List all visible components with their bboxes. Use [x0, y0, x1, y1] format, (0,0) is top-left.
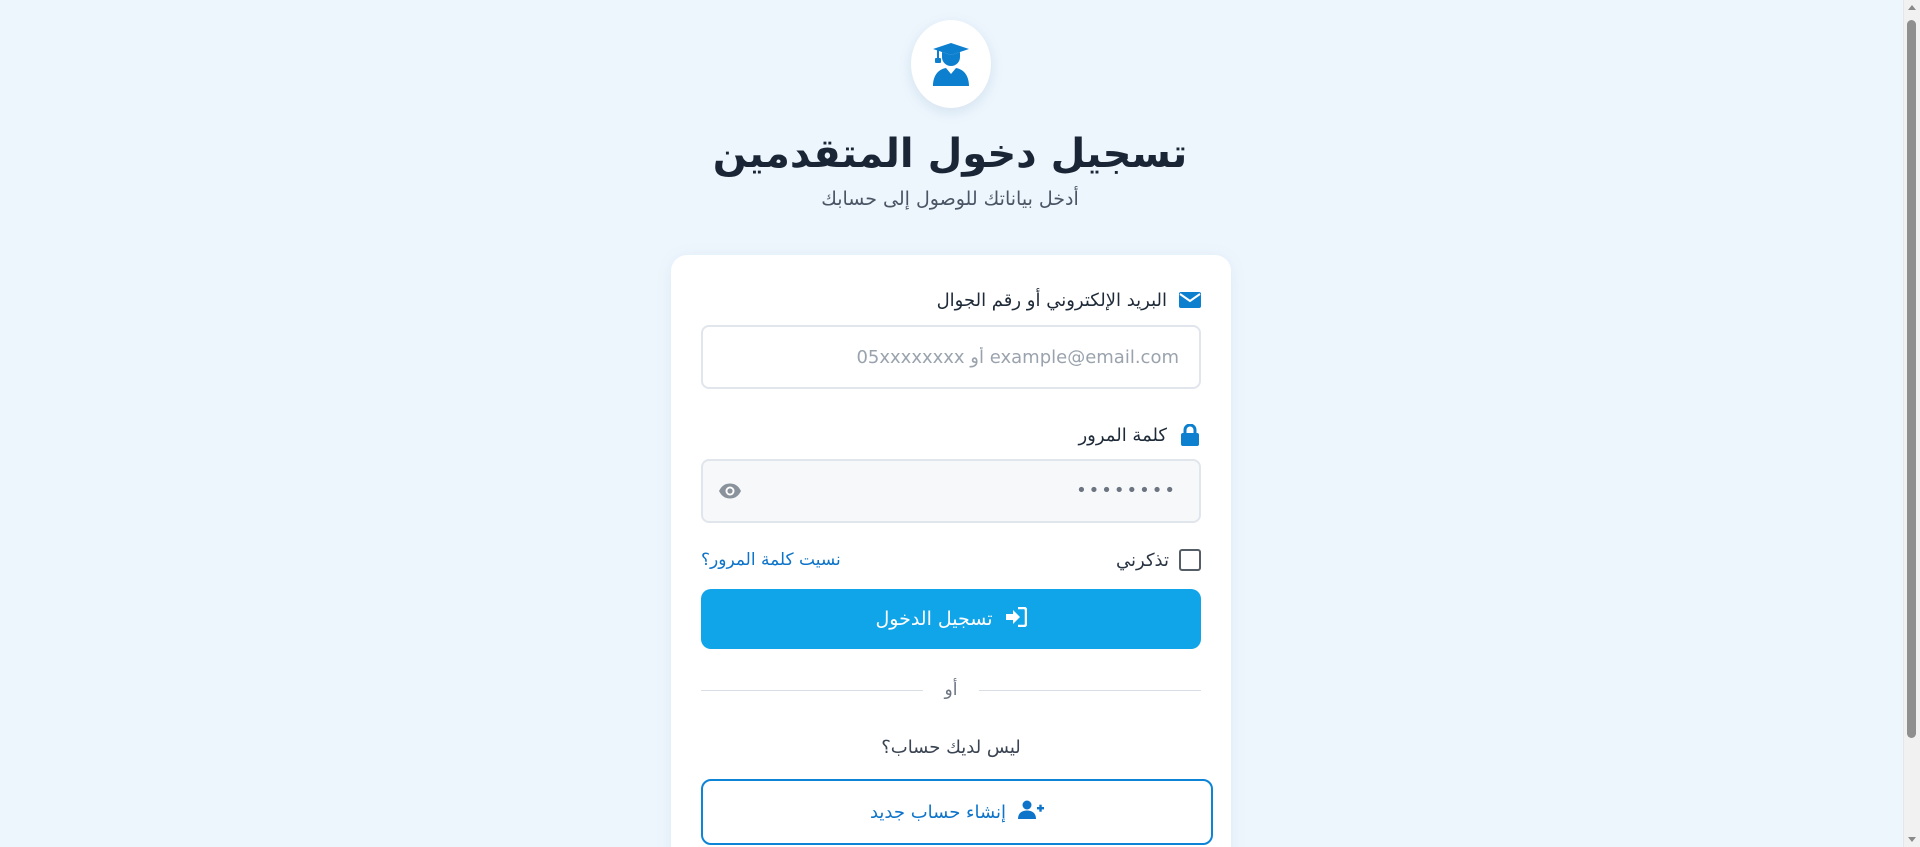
password-label-text: كلمة المرور — [1078, 424, 1167, 446]
login-button-label: تسجيل الدخول — [875, 608, 993, 630]
scrollbar[interactable] — [1903, 0, 1920, 847]
register-button[interactable]: إنشاء حساب جديد — [701, 779, 1213, 845]
remember-me-checkbox[interactable] — [1179, 549, 1201, 571]
email-label: البريد الإلكتروني أو رقم الجوال — [937, 285, 1201, 315]
remember-me[interactable]: تذكرني — [1116, 545, 1201, 575]
page: تسجيل دخول المتقدمين أدخل بياناتك للوصول… — [0, 0, 1904, 847]
login-card: البريد الإلكتروني أو رقم الجوال كلمة الم… — [671, 255, 1231, 847]
login-button[interactable]: تسجيل الدخول — [701, 589, 1201, 649]
scroll-up-icon[interactable] — [1908, 5, 1916, 10]
email-field[interactable] — [749, 327, 1179, 387]
graduate-student-icon — [933, 43, 969, 86]
logo — [911, 20, 991, 108]
scrollbar-thumb[interactable] — [1907, 20, 1916, 738]
email-field-wrapper — [701, 325, 1201, 389]
no-account-text: ليس لديك حساب؟ — [881, 737, 1021, 758]
sign-in-icon — [1005, 606, 1027, 632]
divider-line — [701, 690, 923, 691]
password-field[interactable]: •••••••• — [701, 459, 1201, 523]
envelope-icon — [1179, 289, 1201, 311]
forgot-password-link[interactable]: نسيت كلمة المرور؟ — [701, 545, 841, 575]
user-plus-icon — [1018, 800, 1045, 825]
email-label-text: البريد الإلكتروني أو رقم الجوال — [936, 289, 1167, 311]
lock-icon — [1179, 424, 1201, 446]
page-title: تسجيل دخول المتقدمين — [712, 131, 1188, 177]
password-masked-value: •••••••• — [1076, 480, 1177, 501]
or-divider: أو — [701, 675, 1201, 705]
scroll-down-icon[interactable] — [1908, 837, 1916, 842]
remember-me-label: تذكرني — [1116, 549, 1169, 571]
page-subtitle: أدخل بياناتك للوصول إلى حسابك — [821, 188, 1079, 210]
password-label: كلمة المرور — [1078, 420, 1201, 450]
register-button-label: إنشاء حساب جديد — [869, 801, 1007, 823]
eye-icon[interactable] — [717, 479, 743, 503]
